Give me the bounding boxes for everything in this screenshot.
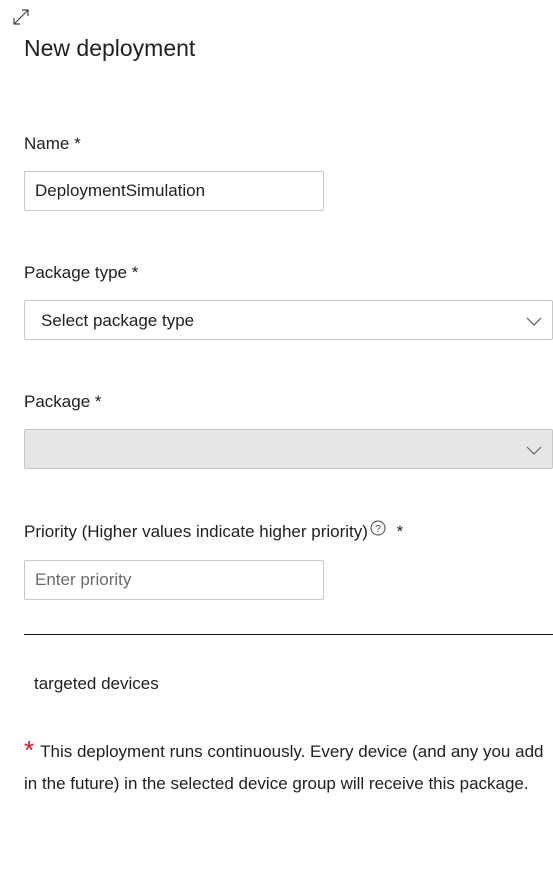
package-select — [24, 429, 553, 469]
section-divider — [24, 634, 553, 635]
package-label: Package * — [24, 392, 102, 411]
chevron-down-icon — [526, 446, 542, 455]
priority-label-text: Priority (Higher values indicate higher … — [24, 522, 368, 541]
expand-icon[interactable] — [10, 6, 32, 28]
required-star: * — [24, 735, 35, 765]
priority-required-marker: * — [396, 522, 404, 541]
package-type-select[interactable]: Select package type — [24, 300, 553, 340]
priority-label: Priority (Higher values indicate higher … — [24, 520, 404, 542]
priority-input[interactable] — [24, 560, 324, 600]
deployment-note-text: This deployment runs continuously. Every… — [24, 742, 544, 793]
chevron-down-icon — [526, 317, 542, 326]
targeted-devices-label: targeted devices — [34, 674, 159, 693]
page-title: New deployment — [24, 35, 196, 61]
package-type-label: Package type * — [24, 263, 139, 282]
name-label: Name * — [24, 134, 81, 153]
package-type-select-value: Select package type — [41, 311, 195, 330]
help-circle-icon[interactable]: ? — [370, 520, 386, 536]
deployment-note: * This deployment runs continuously. Ever… — [24, 736, 544, 800]
name-input[interactable] — [24, 171, 324, 211]
svg-text:?: ? — [375, 524, 381, 535]
